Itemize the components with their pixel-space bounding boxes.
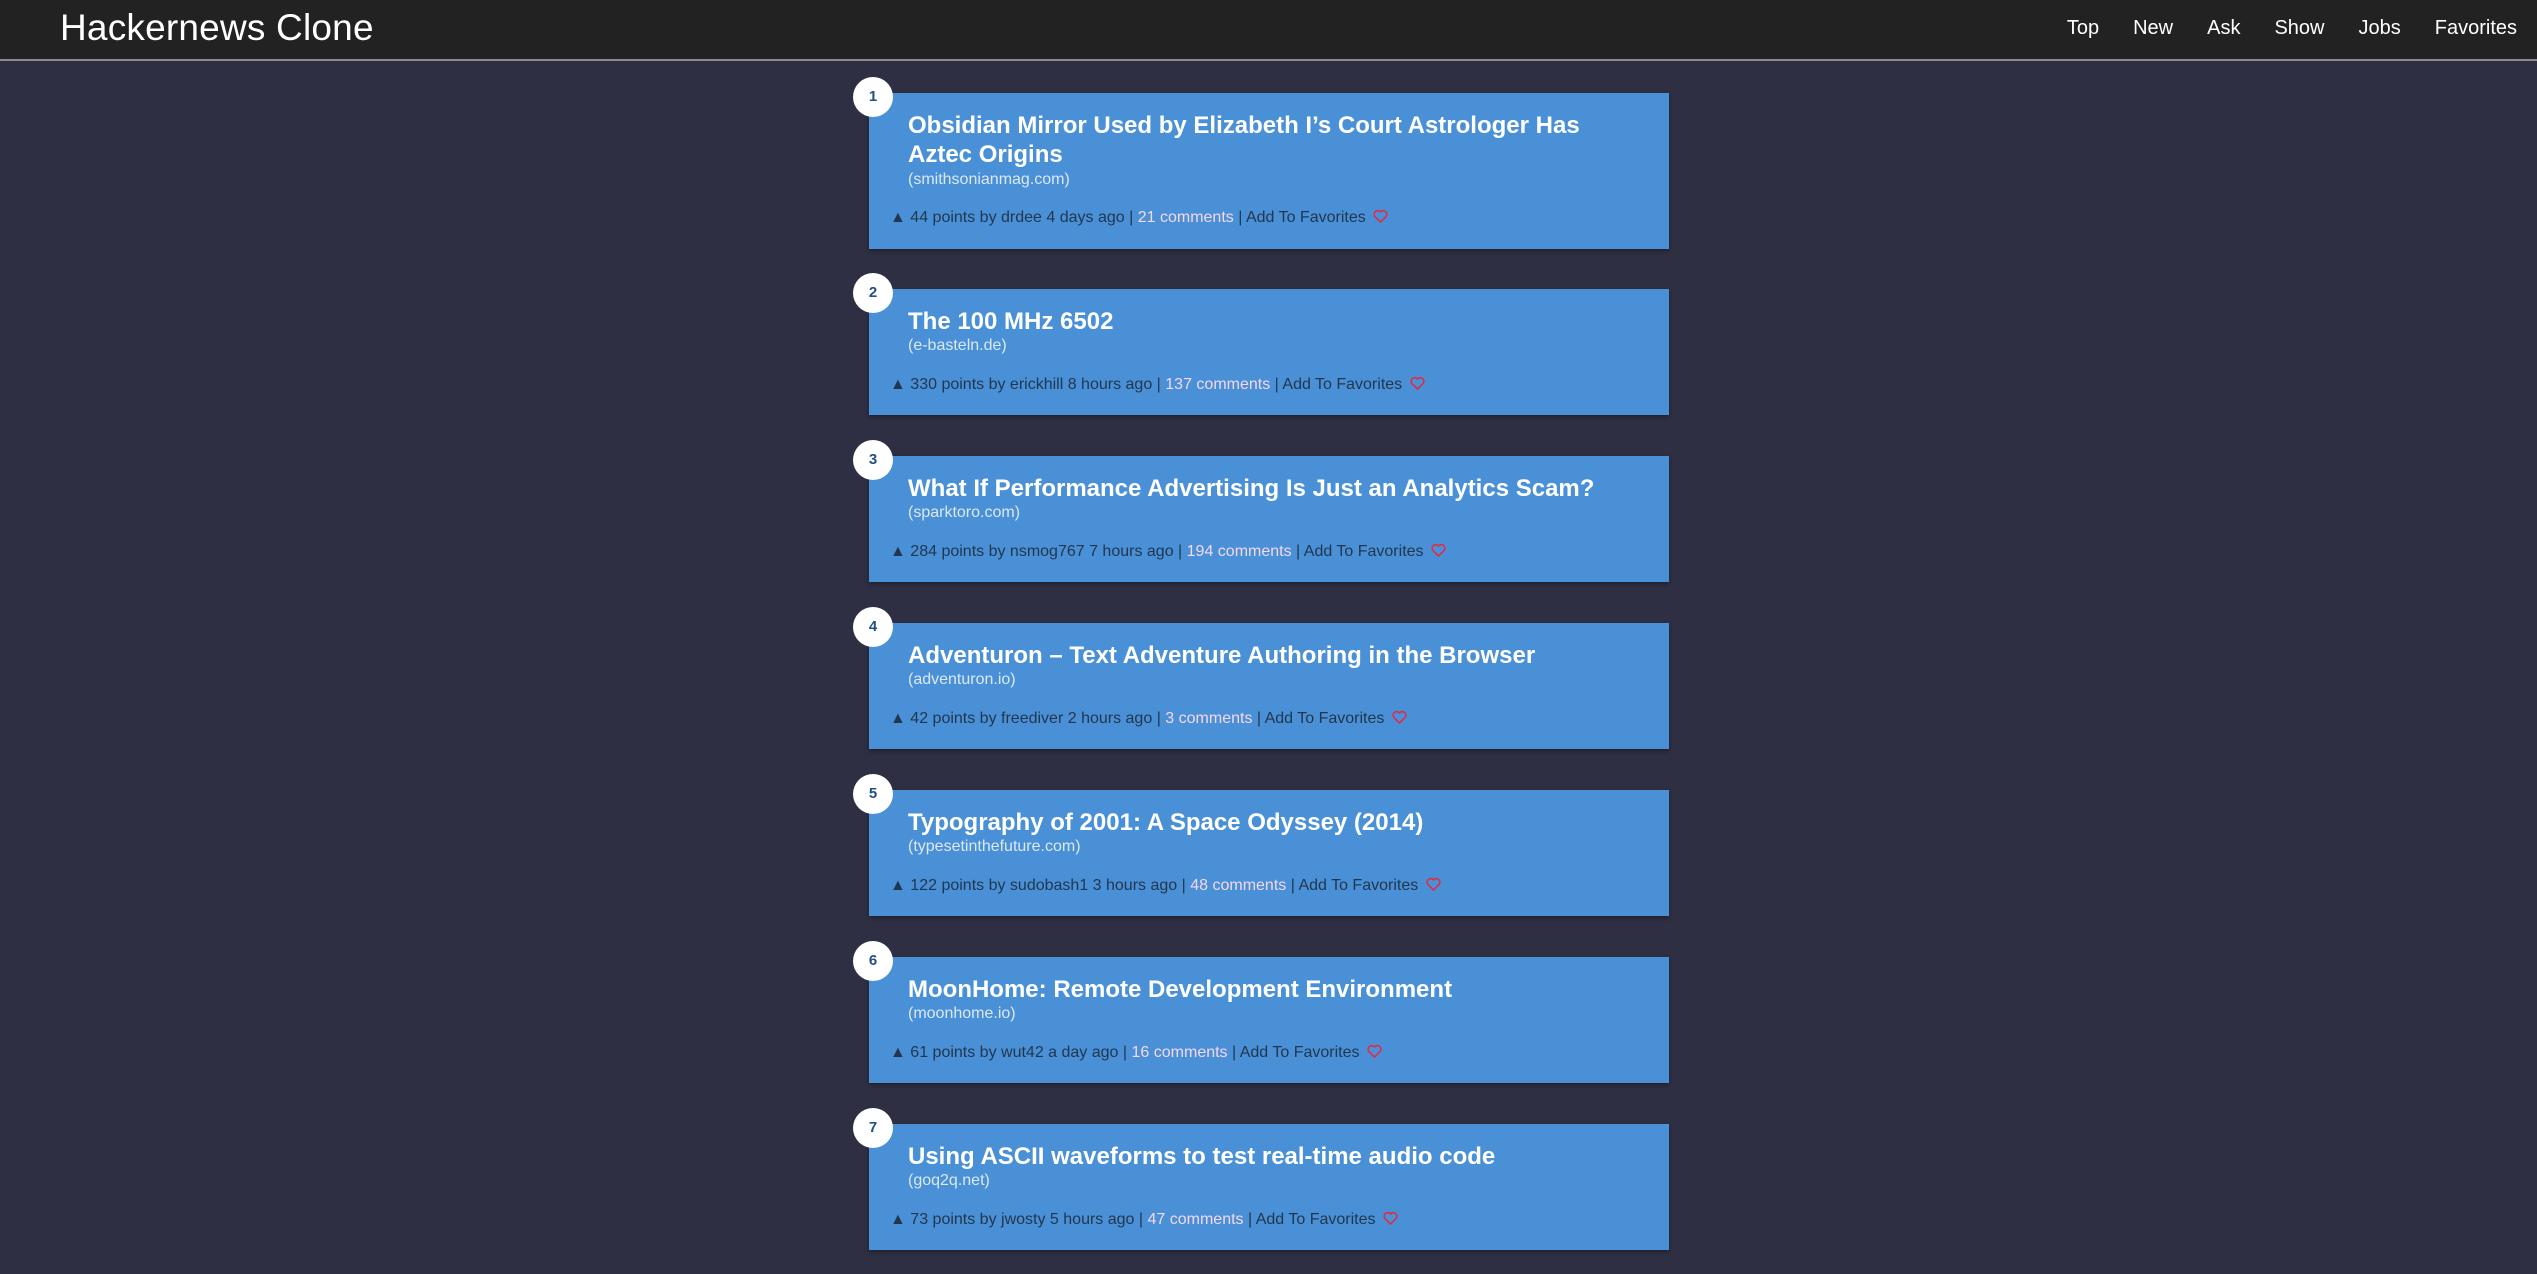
story-rank-badge: 3 — [853, 440, 893, 480]
story-rank-badge: 7 — [853, 1108, 893, 1148]
heart-icon[interactable] — [1383, 1211, 1398, 1225]
heart-icon[interactable] — [1426, 877, 1441, 891]
story-info: 42 points by freediver 2 hours ago — [910, 710, 1153, 727]
upvote-icon[interactable]: ▲ — [890, 376, 906, 393]
story-domain: (sparktoro.com) — [908, 504, 1021, 521]
meta-separator: | — [1181, 877, 1186, 894]
heart-icon[interactable] — [1373, 209, 1388, 223]
story-rank-badge: 5 — [853, 774, 893, 814]
meta-separator: | — [1274, 376, 1279, 393]
story-card: 4 Adventuron – Text Adventure Authoring … — [853, 607, 1669, 749]
story-meta: ▲ 284 points by nsmog767 7 hours ago | 1… — [890, 542, 1446, 562]
meta-separator: | — [1290, 877, 1295, 894]
meta-separator: | — [1138, 1211, 1144, 1228]
comments-link[interactable]: 21 comments — [1138, 209, 1234, 226]
meta-separator: | — [1178, 543, 1183, 560]
story-rank-badge: 1 — [853, 77, 893, 117]
add-to-favorites-link[interactable]: Add To Favorites — [1256, 1211, 1376, 1228]
story-domain: (goq2q.net) — [908, 1172, 990, 1189]
meta-separator: | — [1256, 710, 1262, 727]
upvote-icon[interactable]: ▲ — [890, 877, 906, 894]
story-meta: ▲ 122 points by sudobash1 3 hours ago | … — [890, 876, 1441, 896]
comments-link[interactable]: 16 comments — [1132, 1044, 1228, 1061]
story-domain: (adventuron.io) — [908, 671, 1016, 688]
story-title-link[interactable]: Adventuron – Text Adventure Authoring in… — [908, 641, 1628, 670]
comments-link[interactable]: 137 comments — [1165, 376, 1270, 393]
story-rank-badge: 2 — [853, 273, 893, 313]
meta-separator: | — [1232, 1044, 1237, 1061]
upvote-icon[interactable]: ▲ — [890, 1044, 906, 1061]
story-rank-badge: 6 — [853, 941, 893, 981]
story-title-link[interactable]: Typography of 2001: A Space Odyssey (201… — [908, 808, 1628, 837]
meta-separator: | — [1238, 209, 1243, 226]
story-meta: ▲ 44 points by drdee 4 days ago | 21 com… — [890, 208, 1388, 228]
story-domain: (smithsonianmag.com) — [908, 171, 1070, 188]
meta-separator: | — [1122, 1044, 1128, 1061]
upvote-icon[interactable]: ▲ — [890, 209, 906, 226]
story-rank-badge: 4 — [853, 607, 893, 647]
story-info: 73 points by jwosty 5 hours ago — [910, 1211, 1135, 1228]
story-info: 44 points by drdee 4 days ago — [910, 209, 1125, 226]
heart-icon[interactable] — [1410, 376, 1425, 390]
upvote-icon[interactable]: ▲ — [890, 1211, 906, 1228]
story-info: 122 points by sudobash1 3 hours ago — [910, 877, 1178, 894]
story-meta: ▲ 330 points by erickhill 8 hours ago | … — [890, 375, 1425, 395]
story-info: 284 points by nsmog767 7 hours ago — [910, 543, 1174, 560]
story-card: 1 Obsidian Mirror Used by Elizabeth I’s … — [853, 77, 1669, 249]
story-title-link[interactable]: Using ASCII waveforms to test real-time … — [908, 1142, 1628, 1171]
meta-separator: | — [1156, 710, 1161, 727]
story-info: 61 points by wut42 a day ago — [910, 1044, 1119, 1061]
heart-icon[interactable] — [1431, 543, 1446, 557]
story-meta: ▲ 73 points by jwosty 5 hours ago | 47 c… — [890, 1210, 1398, 1230]
comments-link[interactable]: 47 comments — [1148, 1211, 1244, 1228]
heart-icon[interactable] — [1367, 1044, 1382, 1058]
story-card: 5 Typography of 2001: A Space Odyssey (2… — [853, 774, 1669, 916]
story-card: 6 MoonHome: Remote Development Environme… — [853, 941, 1669, 1083]
upvote-icon[interactable]: ▲ — [890, 543, 906, 560]
story-feed: 1 Obsidian Mirror Used by Elizabeth I’s … — [0, 0, 2537, 1274]
story-title-link[interactable]: The 100 MHz 6502 — [908, 307, 1628, 336]
story-info: 330 points by erickhill 8 hours ago — [910, 376, 1153, 393]
upvote-icon[interactable]: ▲ — [890, 710, 906, 727]
add-to-favorites-link[interactable]: Add To Favorites — [1246, 209, 1366, 226]
meta-separator: | — [1248, 1211, 1253, 1228]
add-to-favorites-link[interactable]: Add To Favorites — [1304, 543, 1424, 560]
comments-link[interactable]: 194 comments — [1187, 543, 1292, 560]
add-to-favorites-link[interactable]: Add To Favorites — [1282, 376, 1402, 393]
story-title-link[interactable]: MoonHome: Remote Development Environment — [908, 975, 1628, 1004]
story-card: 3 What If Performance Advertising Is Jus… — [853, 440, 1669, 582]
story-meta: ▲ 42 points by freediver 2 hours ago | 3… — [890, 709, 1407, 729]
heart-icon[interactable] — [1392, 710, 1407, 724]
story-card: 7 Using ASCII waveforms to test real-tim… — [853, 1108, 1669, 1250]
comments-link[interactable]: 3 comments — [1165, 710, 1252, 727]
story-title-link[interactable]: Obsidian Mirror Used by Elizabeth I’s Co… — [908, 111, 1628, 169]
story-domain: (e-basteln.de) — [908, 337, 1007, 354]
story-domain: (typesetinthefuture.com) — [908, 838, 1081, 855]
meta-separator: | — [1296, 543, 1301, 560]
comments-link[interactable]: 48 comments — [1190, 877, 1286, 894]
story-domain: (moonhome.io) — [908, 1005, 1016, 1022]
story-title-link[interactable]: What If Performance Advertising Is Just … — [908, 474, 1628, 503]
add-to-favorites-link[interactable]: Add To Favorites — [1240, 1044, 1360, 1061]
meta-separator: | — [1129, 209, 1134, 226]
meta-separator: | — [1156, 376, 1161, 393]
story-card: 2 The 100 MHz 6502 (e-basteln.de) ▲ 330 … — [853, 273, 1669, 415]
add-to-favorites-link[interactable]: Add To Favorites — [1298, 877, 1418, 894]
story-meta: ▲ 61 points by wut42 a day ago | 16 comm… — [890, 1043, 1382, 1063]
add-to-favorites-link[interactable]: Add To Favorites — [1265, 710, 1385, 727]
